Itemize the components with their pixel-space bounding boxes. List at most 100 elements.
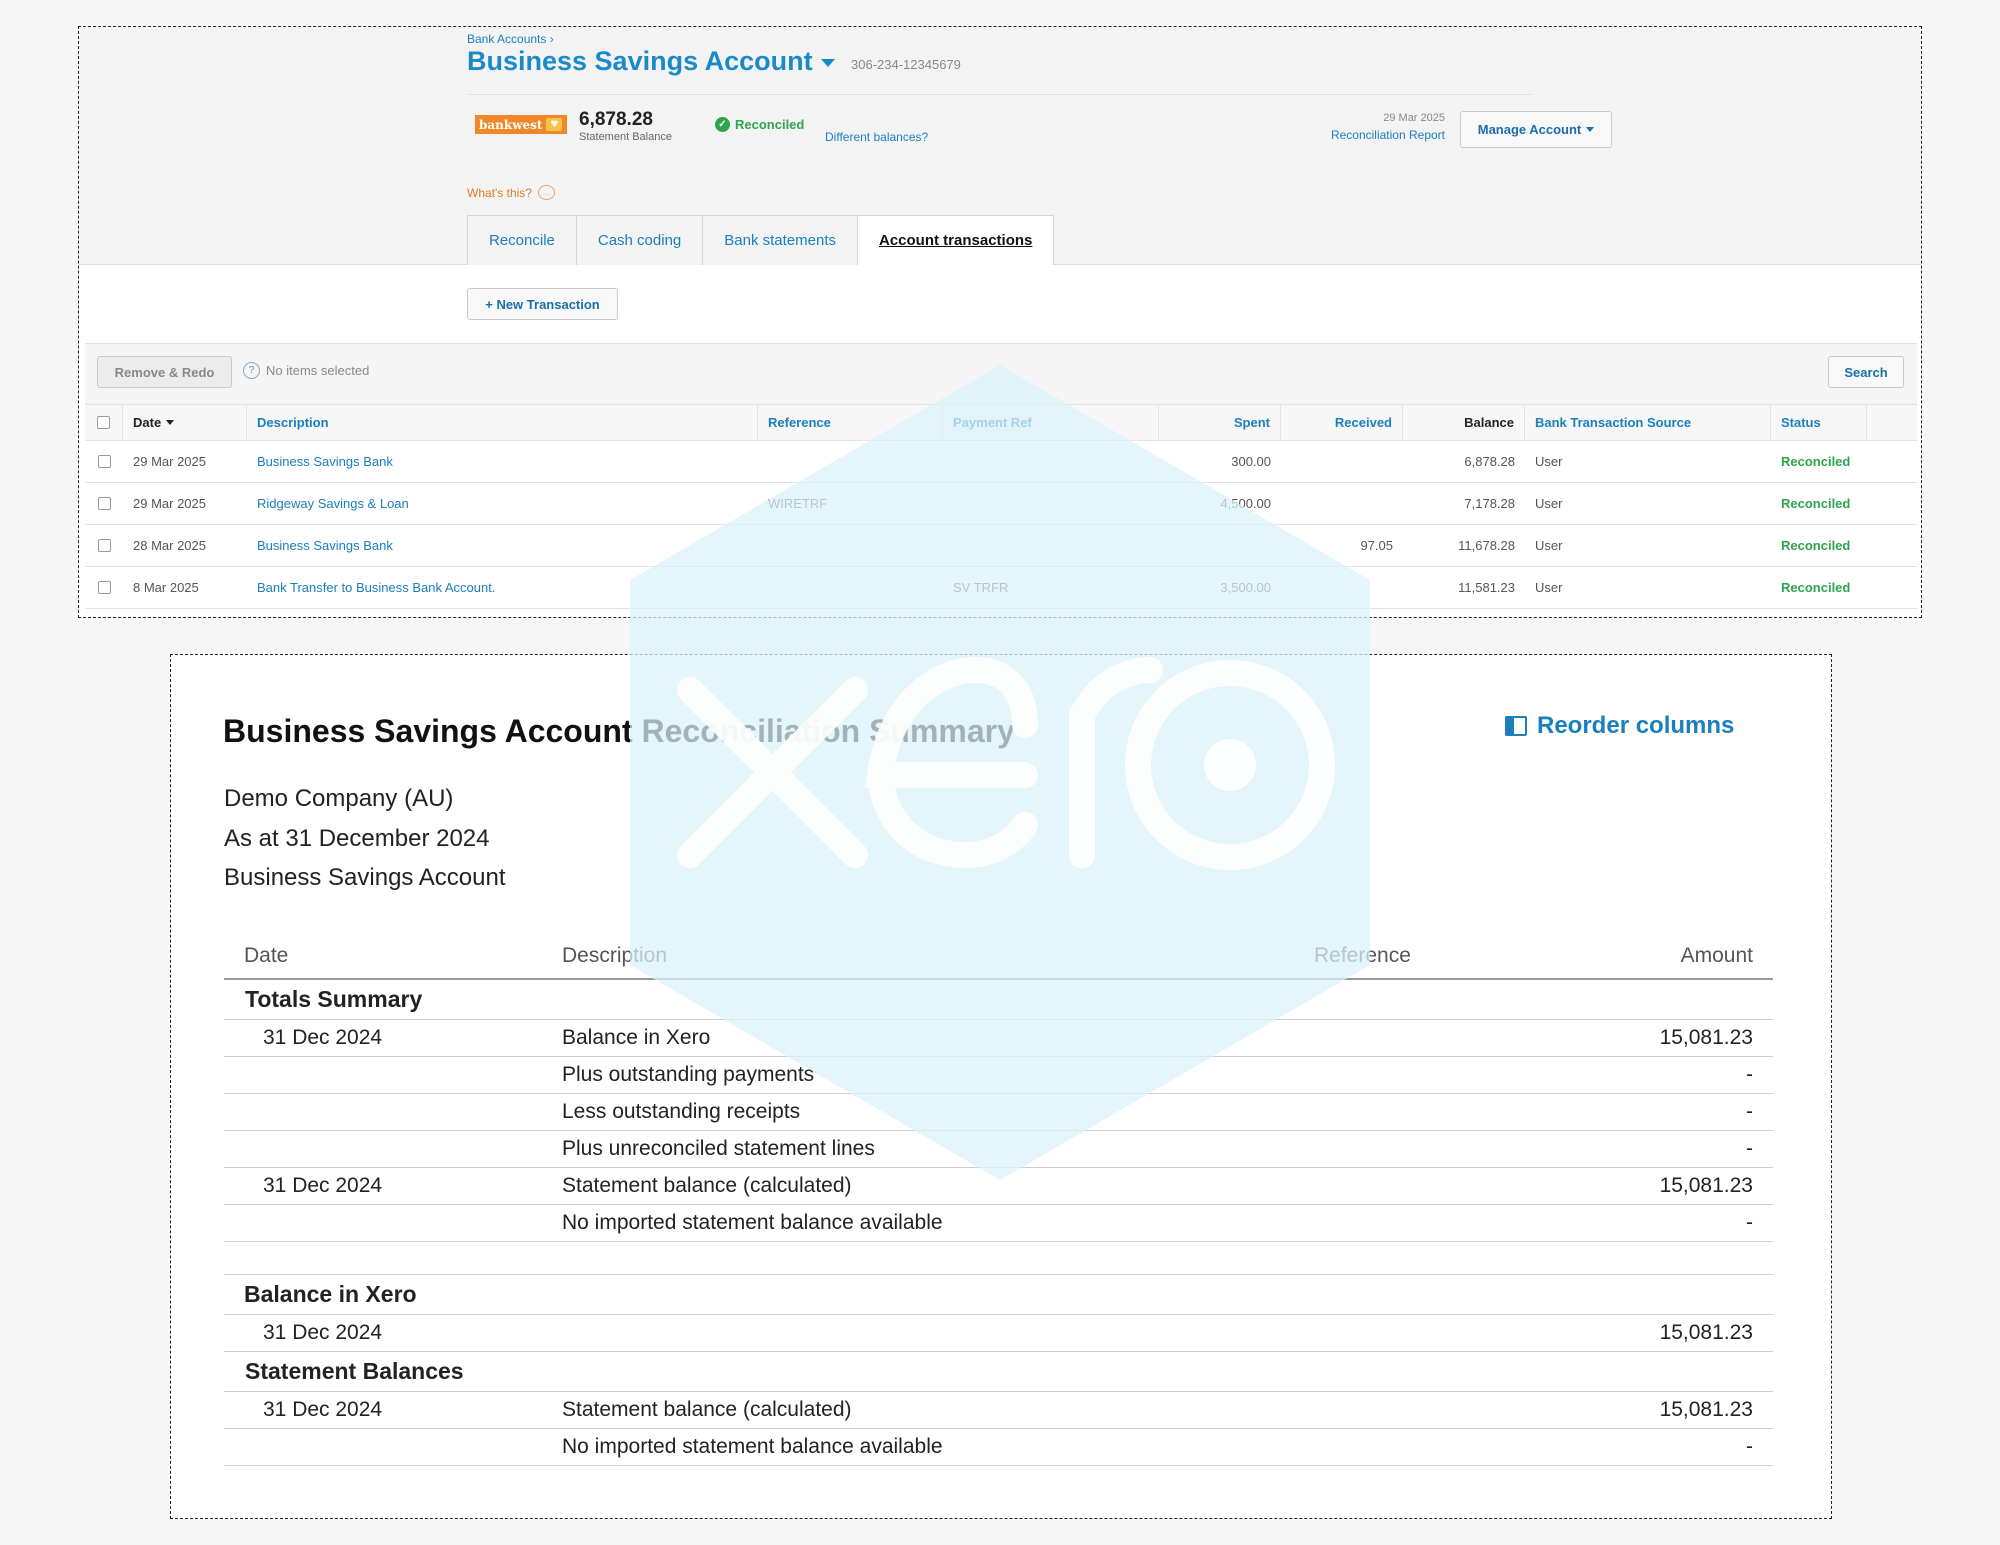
col-payment-ref[interactable]: Payment Ref: [943, 405, 1159, 440]
row-amount: -: [1746, 1063, 1753, 1086]
row-payment-ref: SV TRFR: [953, 580, 1009, 595]
row-date: 8 Mar 2025: [133, 580, 199, 595]
row-date: 29 Mar 2025: [133, 496, 206, 511]
row-description-link[interactable]: Bank Transfer to Business Bank Account.: [257, 567, 495, 608]
manage-account-button[interactable]: Manage Account: [1460, 111, 1612, 148]
sort-down-icon: [166, 420, 175, 425]
transactions-table: Date Description Reference Payment Ref S…: [85, 405, 1917, 609]
table-row[interactable]: 28 Mar 2025 Business Savings Bank 97.05 …: [85, 525, 1917, 567]
row-description-link[interactable]: Business Savings Bank: [257, 525, 393, 566]
report-row: Plus outstanding payments -: [224, 1057, 1773, 1094]
col-received[interactable]: Received: [1281, 405, 1403, 440]
reconciliation-report-link[interactable]: Reconciliation Report: [1219, 128, 1445, 142]
chevron-down-icon: [820, 59, 835, 67]
row-status: Reconciled: [1781, 454, 1851, 469]
columns-icon: [1505, 716, 1527, 736]
search-button[interactable]: Search: [1828, 356, 1904, 388]
bank-account-panel: Bank Accounts › Business Savings Account…: [78, 26, 1922, 618]
row-date: 31 Dec 2024: [263, 1026, 383, 1049]
row-source: User: [1535, 580, 1563, 595]
bank-logo: bankwest ♥: [475, 115, 567, 134]
row-amount: 15,081.23: [1659, 1174, 1753, 1197]
tab-reconcile[interactable]: Reconcile: [467, 215, 576, 266]
reorder-columns-button[interactable]: Reorder columns: [1505, 712, 1734, 740]
divider: [467, 94, 1533, 95]
no-items-label: No items selected: [266, 363, 370, 378]
section-heading: Totals Summary: [224, 980, 1773, 1020]
account-tabs: Reconcile Cash coding Bank statements Ac…: [467, 215, 1055, 266]
table-row[interactable]: 8 Mar 2025 Bank Transfer to Business Ban…: [85, 567, 1917, 609]
account-title: Business Savings Account: [467, 46, 813, 76]
row-description-link[interactable]: Ridgeway Savings & Loan: [257, 483, 409, 524]
col-status[interactable]: Status: [1771, 405, 1867, 440]
col-spent[interactable]: Spent: [1159, 405, 1281, 440]
col-date-label: Date: [133, 415, 162, 430]
row-status: Reconciled: [1781, 496, 1851, 511]
remove-redo-button[interactable]: Remove & Redo: [97, 356, 232, 388]
statement-balance: 6,878.28: [579, 109, 653, 130]
row-received: [1281, 567, 1393, 608]
report-account: Business Savings Account: [224, 864, 506, 891]
reconciliation-date: 29 Mar 2025: [1383, 112, 1445, 124]
tab-account-transactions[interactable]: Account transactions: [857, 215, 1055, 266]
check-circle-icon: ✓: [715, 117, 730, 132]
account-title-dropdown[interactable]: Business Savings Account: [467, 46, 835, 77]
statement-balance-label: Statement Balance: [579, 131, 672, 143]
report-row: Less outstanding receipts -: [224, 1094, 1773, 1131]
report-row: Plus unreconciled statement lines -: [224, 1131, 1773, 1168]
col-description[interactable]: Description: [247, 405, 758, 440]
row-source: User: [1535, 454, 1563, 469]
row-date: 31 Dec 2024: [263, 1321, 383, 1344]
row-select-cell: [85, 567, 123, 608]
col-transaction-source[interactable]: Bank Transaction Source: [1525, 405, 1771, 440]
tab-bank-statements[interactable]: Bank statements: [702, 215, 857, 266]
bank-logo-text: bankwest: [479, 117, 543, 132]
row-source: User: [1535, 538, 1563, 553]
new-transaction-button[interactable]: + New Transaction: [467, 288, 618, 320]
reconciled-label: Reconciled: [735, 117, 805, 132]
row-description-link[interactable]: Business Savings Bank: [257, 441, 393, 482]
tab-cash-coding[interactable]: Cash coding: [575, 215, 703, 266]
row-checkbox[interactable]: [97, 539, 111, 552]
col-date[interactable]: Date: [123, 405, 247, 440]
account-number: 306-234-12345679: [851, 57, 961, 72]
row-status: Reconciled: [1781, 538, 1851, 553]
section-heading: Balance in Xero: [224, 1275, 1773, 1315]
table-header: Date Description Reference Payment Ref S…: [85, 405, 1917, 441]
table-row[interactable]: 29 Mar 2025 Ridgeway Savings & Loan WIRE…: [85, 483, 1917, 525]
report-row: No imported statement balance available …: [224, 1205, 1773, 1242]
row-balance: 7,178.28: [1464, 496, 1515, 511]
row-checkbox[interactable]: [97, 455, 111, 468]
table-row[interactable]: 29 Mar 2025 Business Savings Bank 300.00…: [85, 441, 1917, 483]
select-all-checkbox[interactable]: [97, 416, 110, 429]
row-checkbox[interactable]: [97, 497, 111, 510]
row-description: No imported statement balance available: [562, 1435, 943, 1458]
row-amount: -: [1746, 1435, 1753, 1458]
reorder-columns-label: Reorder columns: [1537, 712, 1735, 739]
row-source: User: [1535, 496, 1563, 511]
row-spent: 3,500.00: [1220, 580, 1271, 595]
row-date: 31 Dec 2024: [263, 1174, 383, 1197]
row-description: Plus outstanding payments: [562, 1063, 815, 1086]
col-reference[interactable]: Reference: [758, 405, 943, 440]
section-statement-label: Statement Balances: [245, 1358, 464, 1384]
col-balance[interactable]: Balance: [1403, 405, 1525, 440]
spacer-row: [224, 1242, 1773, 1275]
chevron-down-icon: [1586, 127, 1595, 132]
reconciled-badge: ✓ Reconciled: [715, 117, 804, 132]
heart-icon: ♥: [546, 118, 563, 131]
whats-this-link[interactable]: What's this? …: [467, 185, 555, 200]
col-reference: Reference: [1314, 943, 1411, 967]
row-description: Balance in Xero: [562, 1026, 711, 1049]
report-row: 31 Dec 2024 Statement balance (calculate…: [224, 1168, 1773, 1205]
help-icon[interactable]: ?: [243, 362, 260, 379]
row-date: 28 Mar 2025: [133, 538, 206, 553]
section-totals-label: Totals Summary: [245, 986, 423, 1012]
row-received: 97.05: [1360, 538, 1393, 553]
row-checkbox[interactable]: [97, 581, 111, 594]
different-balances-link[interactable]: Different balances?: [825, 130, 928, 144]
row-description: No imported statement balance available: [562, 1211, 943, 1234]
row-description: Statement balance (calculated): [562, 1398, 852, 1421]
breadcrumb[interactable]: Bank Accounts ›: [467, 32, 554, 46]
section-heading: Statement Balances: [224, 1352, 1773, 1392]
